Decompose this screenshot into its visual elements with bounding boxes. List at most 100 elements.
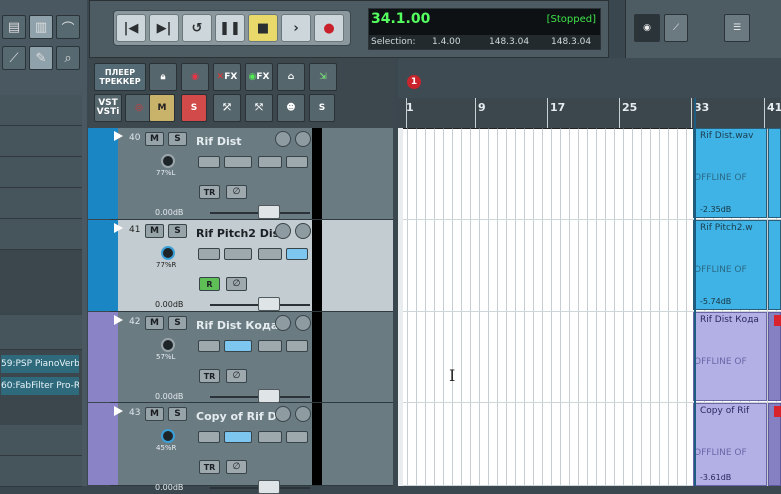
mute-button[interactable]: M xyxy=(145,224,164,238)
media-item[interactable] xyxy=(768,128,781,218)
volume-fader[interactable] xyxy=(258,297,280,311)
envelope-icon[interactable]: ⤱ xyxy=(213,94,241,122)
fx-button[interactable] xyxy=(258,431,282,443)
phase-button[interactable]: ∅ xyxy=(226,185,247,199)
stop-button[interactable]: ■ xyxy=(248,14,278,42)
track-name[interactable]: Rif Dist Кода xyxy=(196,319,278,332)
volume-fader[interactable] xyxy=(258,389,280,403)
monitor-icon[interactable] xyxy=(295,315,311,331)
mute-button[interactable]: M xyxy=(145,316,164,330)
fx-button[interactable] xyxy=(258,340,282,352)
phase-button[interactable]: ∅ xyxy=(226,277,247,291)
color-icon[interactable]: ▥ xyxy=(29,15,53,39)
routing-icon[interactable]: ⇲ xyxy=(309,63,337,91)
record-arm-icon[interactable]: ◉ xyxy=(181,63,209,91)
record-mode-button[interactable]: R xyxy=(199,277,220,291)
solo-button[interactable]: S xyxy=(168,316,187,330)
tempo-icon[interactable]: ◉ xyxy=(634,14,660,42)
media-item[interactable]: Rif Dist.wav OFFLINE OF -2.35dB xyxy=(693,128,767,218)
track-name[interactable]: Copy of Rif D xyxy=(196,410,277,423)
env-button[interactable] xyxy=(286,248,308,260)
mute-button[interactable]: M xyxy=(145,132,164,146)
media-item[interactable] xyxy=(768,403,781,486)
metronome-icon[interactable]: ⟋ xyxy=(664,14,688,42)
record-arm-icon[interactable] xyxy=(275,223,291,239)
track-row[interactable]: 40 M S Rif Dist 77%L TR ∅ 0.00dB xyxy=(88,128,393,220)
monitor-icon[interactable] xyxy=(295,131,311,147)
input-button[interactable] xyxy=(198,248,220,260)
pause-button[interactable]: ❚❚ xyxy=(215,14,245,42)
solo-button[interactable]: S xyxy=(168,224,187,238)
record-mode-button[interactable]: TR xyxy=(199,460,220,474)
mixer-icon[interactable]: ☰ xyxy=(724,14,750,42)
pan-knob[interactable] xyxy=(161,154,175,168)
timeline-ruler[interactable]: 1 9 17 25 33 41 xyxy=(398,98,781,129)
record-button[interactable]: ● xyxy=(314,14,344,42)
mute-button[interactable]: M xyxy=(145,407,164,421)
record-arm-icon[interactable] xyxy=(275,406,291,422)
output-button[interactable] xyxy=(224,340,252,352)
track-name[interactable]: Rif Pitch2 Dist xyxy=(196,227,285,240)
input-button[interactable] xyxy=(198,156,220,168)
track-row[interactable]: 43 M S Copy of Rif D 45%R TR ∅ 0.00dB xyxy=(88,403,393,494)
solo-button[interactable]: S xyxy=(168,132,187,146)
track-name[interactable]: Rif Dist xyxy=(196,135,242,148)
pan-knob[interactable] xyxy=(161,246,175,260)
input-button[interactable] xyxy=(198,340,220,352)
media-item[interactable]: Rif Dist Кода OFFLINE OF xyxy=(693,312,767,401)
pan-knob[interactable] xyxy=(161,338,175,352)
group-icon[interactable]: ☻ xyxy=(277,94,305,122)
fx-button[interactable] xyxy=(258,248,282,260)
track-row[interactable]: 41 M S Rif Pitch2 Dist 77%R R ∅ 0.00dB xyxy=(88,220,393,312)
monitor-icon[interactable] xyxy=(295,406,311,422)
vst-button[interactable]: VST VSTi xyxy=(94,94,122,122)
record-arm-icon[interactable] xyxy=(275,315,291,331)
track-row[interactable]: 42 M S Rif Dist Кода 57%L TR ∅ 0.00dB xyxy=(88,312,393,403)
volume-fader[interactable] xyxy=(258,205,280,219)
loop-button[interactable]: ↺ xyxy=(182,14,212,42)
zoom-icon[interactable]: ⌕ xyxy=(56,46,80,70)
player-tracker-button[interactable]: ПЛЕЕР ТРЕККЕР xyxy=(94,63,146,91)
solo-button[interactable]: S xyxy=(168,407,187,421)
volume-fader[interactable] xyxy=(258,480,280,494)
mute-all-button[interactable]: M xyxy=(149,94,175,122)
output-button[interactable] xyxy=(224,431,252,443)
fx-bypass-button[interactable]: ✕ FX xyxy=(213,63,241,91)
curve-icon[interactable]: ⌒ xyxy=(56,15,80,39)
output-button[interactable] xyxy=(224,248,252,260)
fx-show-button[interactable]: ◉ FX xyxy=(245,63,273,91)
media-item[interactable]: Copy of Rif OFFLINE OF -3.61dB xyxy=(693,403,767,486)
monitor-icon[interactable] xyxy=(295,223,311,239)
marker-flag[interactable]: 1 xyxy=(407,75,421,89)
record-mode-button[interactable]: TR xyxy=(199,369,220,383)
pan-knob[interactable] xyxy=(161,429,175,443)
env-button[interactable] xyxy=(286,340,308,352)
record-arm-icon[interactable] xyxy=(275,131,291,147)
folder-icon[interactable]: ⌂ xyxy=(277,63,305,91)
fx-slot[interactable]: 60:FabFilter Pro-R xyxy=(1,377,79,395)
record-mode-button[interactable]: TR xyxy=(199,185,220,199)
solo-button[interactable]: S xyxy=(309,94,335,122)
solo-all-button[interactable]: S xyxy=(181,94,207,122)
envelope-show-icon[interactable]: ⤲ xyxy=(245,94,273,122)
env-button[interactable] xyxy=(286,431,308,443)
go-to-end-button[interactable]: ▶| xyxy=(149,14,179,42)
input-button[interactable] xyxy=(198,431,220,443)
go-to-start-button[interactable]: |◀ xyxy=(116,14,146,42)
selection-end[interactable]: 148.3.04 xyxy=(489,35,529,49)
output-button[interactable] xyxy=(224,156,252,168)
ramp-icon[interactable]: ⟋ xyxy=(2,46,26,70)
env-button[interactable] xyxy=(286,156,308,168)
film-icon[interactable]: ▤ xyxy=(2,15,26,39)
marker-lane[interactable]: 1 xyxy=(398,58,781,98)
fx-button[interactable] xyxy=(258,156,282,168)
play-button[interactable]: › xyxy=(281,14,311,42)
selection-start[interactable]: 1.4.00 xyxy=(432,35,461,49)
phase-button[interactable]: ∅ xyxy=(226,460,247,474)
pencil-icon[interactable]: ✎ xyxy=(29,46,53,70)
media-item[interactable]: Rif Pitch2.w OFFLINE OF -5.74dB xyxy=(693,220,767,310)
phase-button[interactable]: ∅ xyxy=(226,369,247,383)
fx-slot[interactable]: 59:PSP PianoVerb xyxy=(1,355,79,373)
media-item[interactable] xyxy=(768,312,781,401)
media-item[interactable] xyxy=(768,220,781,310)
